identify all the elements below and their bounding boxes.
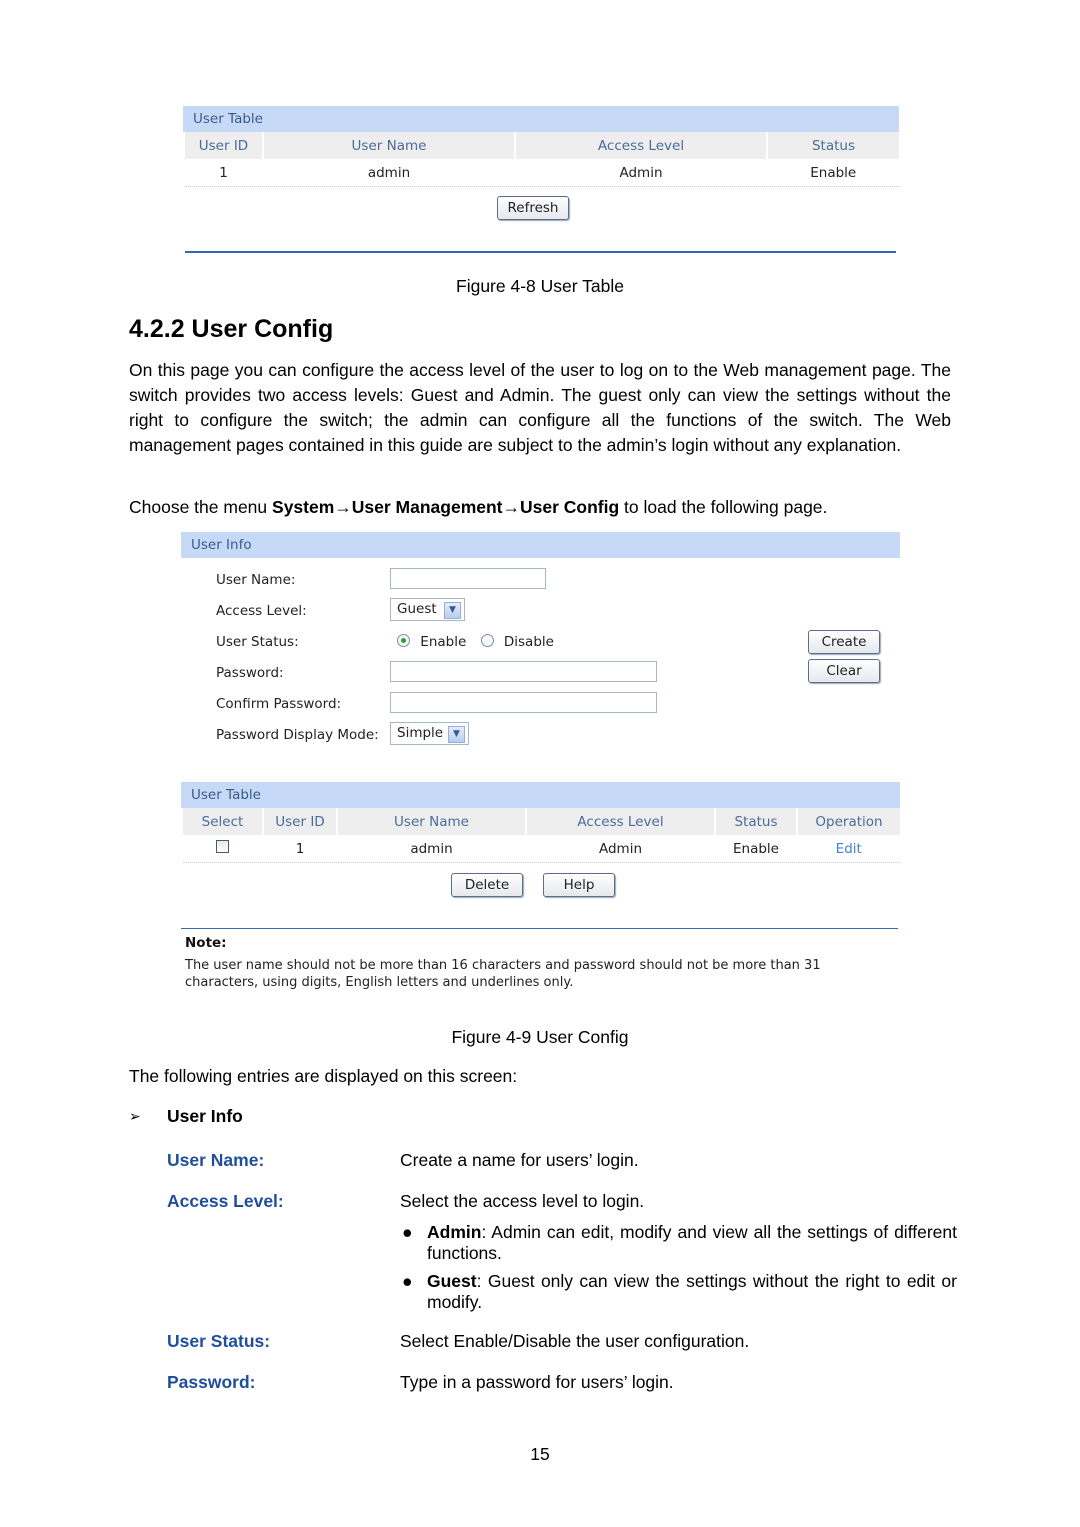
table-header-row: Select User ID User Name Access Level St… bbox=[181, 808, 900, 835]
column-header: User Name bbox=[336, 808, 526, 835]
figure-caption: Figure 4-9 User Config bbox=[451, 1027, 629, 1047]
user-status-label: User Status: bbox=[216, 634, 299, 650]
user-table: Select User ID User Name Access Level St… bbox=[181, 808, 900, 863]
disable-radio[interactable] bbox=[480, 634, 494, 647]
term-access-level: Access Level: bbox=[167, 1191, 284, 1211]
divider bbox=[181, 928, 898, 929]
column-header: User Name bbox=[262, 132, 515, 159]
create-button[interactable]: Create bbox=[808, 630, 880, 654]
bullet-text: : Admin can edit, modify and view all th… bbox=[427, 1222, 957, 1263]
help-button[interactable]: Help bbox=[543, 873, 615, 897]
note-text: The user name should not be more than 16… bbox=[185, 958, 821, 990]
select-checkbox[interactable] bbox=[216, 840, 229, 853]
table-row: 1 admin Admin Enable Edit bbox=[181, 835, 900, 863]
panel-title: User Table bbox=[183, 106, 899, 132]
cell-user-id: 1 bbox=[183, 159, 263, 187]
column-header: Access Level bbox=[514, 132, 767, 159]
chevron-down-icon: ▼ bbox=[448, 726, 465, 743]
desc-access-level: Select the access level to login. bbox=[400, 1191, 645, 1211]
figure-caption: Figure 4-8 User Table bbox=[456, 276, 624, 296]
refresh-button[interactable]: Refresh bbox=[497, 196, 569, 220]
access-level-label: Access Level: bbox=[216, 603, 307, 619]
cell-access-level: Admin bbox=[514, 159, 767, 187]
term-user-status: User Status: bbox=[167, 1331, 271, 1351]
desc-user-name: Create a name for users’ login. bbox=[400, 1150, 639, 1170]
user-table-title: User Table bbox=[181, 782, 900, 808]
term-user-name: User Name: bbox=[167, 1150, 265, 1170]
divider bbox=[185, 251, 896, 253]
bullet-bold: Admin bbox=[427, 1222, 482, 1242]
column-header: Status bbox=[714, 808, 797, 835]
clear-button[interactable]: Clear bbox=[808, 659, 880, 683]
column-header: Select bbox=[181, 808, 263, 835]
term-password: Password: bbox=[167, 1372, 256, 1392]
note-title: Note: bbox=[185, 935, 227, 951]
user-status-radios: Enable Disable bbox=[397, 634, 554, 650]
entries-lead: The following entries are displayed on t… bbox=[129, 1066, 518, 1086]
menu-path: System→User Management→User Config bbox=[272, 497, 620, 517]
cell-user-name: admin bbox=[262, 159, 515, 187]
figure-user-config: User Info User Name: Access Level: Guest… bbox=[181, 532, 900, 1012]
access-level-select[interactable]: Guest ▼ bbox=[390, 598, 465, 621]
user-table-section: User Table Select User ID User Name Acce… bbox=[181, 782, 900, 897]
edit-link[interactable]: Edit bbox=[836, 841, 862, 857]
table-header-row: User ID User Name Access Level Status bbox=[183, 132, 899, 159]
column-header: Operation bbox=[796, 808, 900, 835]
confirm-password-input[interactable] bbox=[390, 692, 657, 713]
bullet-admin: ● Admin: Admin can edit, modify and view… bbox=[400, 1222, 957, 1264]
chevron-down-icon: ▼ bbox=[444, 602, 461, 619]
password-input[interactable] bbox=[390, 661, 657, 682]
menu-prefix: Choose the menu bbox=[129, 497, 273, 517]
bullet-text: : Guest only can view the settings witho… bbox=[427, 1271, 957, 1312]
display-mode-select[interactable]: Simple ▼ bbox=[390, 722, 469, 745]
bullet-icon: ● bbox=[402, 1271, 413, 1291]
table-row: 1 admin Admin Enable bbox=[183, 159, 899, 187]
column-header: User ID bbox=[183, 132, 263, 159]
bullet-guest: ● Guest: Guest only can view the setting… bbox=[400, 1271, 957, 1313]
group-title: User Info bbox=[167, 1106, 243, 1126]
column-header: User ID bbox=[262, 808, 337, 835]
desc-password: Type in a password for users’ login. bbox=[400, 1372, 674, 1392]
display-mode-label: Password Display Mode: bbox=[216, 727, 379, 743]
disable-label: Disable bbox=[503, 634, 554, 650]
bullet-icon: ● bbox=[402, 1222, 413, 1242]
menu-suffix: to load the following page. bbox=[619, 497, 828, 517]
cell-select bbox=[181, 835, 263, 863]
user-table: User ID User Name Access Level Status 1 … bbox=[183, 132, 899, 187]
delete-button[interactable]: Delete bbox=[451, 873, 523, 897]
desc-user-status: Select Enable/Disable the user configura… bbox=[400, 1331, 750, 1351]
access-level-value: Guest bbox=[397, 601, 437, 617]
cell-status: Enable bbox=[766, 159, 899, 187]
cell-operation: Edit bbox=[796, 835, 900, 863]
cell-user-id: 1 bbox=[262, 835, 337, 863]
password-label: Password: bbox=[216, 665, 284, 681]
arrow-bullet-icon: ➢ bbox=[129, 1108, 141, 1124]
menu-instruction: Choose the menu System→User Management→U… bbox=[129, 495, 951, 520]
enable-radio[interactable] bbox=[397, 634, 410, 647]
intro-paragraph: On this page you can configure the acces… bbox=[129, 360, 951, 455]
cell-user-name: admin bbox=[336, 835, 526, 863]
column-header: Access Level bbox=[525, 808, 715, 835]
page-number: 15 bbox=[530, 1444, 550, 1464]
column-header: Status bbox=[766, 132, 899, 159]
figure-user-table: User Table User ID User Name Access Leve… bbox=[183, 106, 899, 256]
user-info-title: User Info bbox=[181, 532, 900, 558]
cell-access-level: Admin bbox=[525, 835, 715, 863]
enable-label: Enable bbox=[420, 634, 467, 650]
display-mode-value: Simple bbox=[397, 725, 444, 741]
user-name-label: User Name: bbox=[216, 572, 296, 588]
cell-status: Enable bbox=[714, 835, 797, 863]
confirm-password-label: Confirm Password: bbox=[216, 696, 342, 712]
user-name-input[interactable] bbox=[390, 568, 546, 589]
bullet-bold: Guest bbox=[427, 1271, 477, 1291]
section-heading: 4.2.2 User Config bbox=[129, 315, 334, 343]
